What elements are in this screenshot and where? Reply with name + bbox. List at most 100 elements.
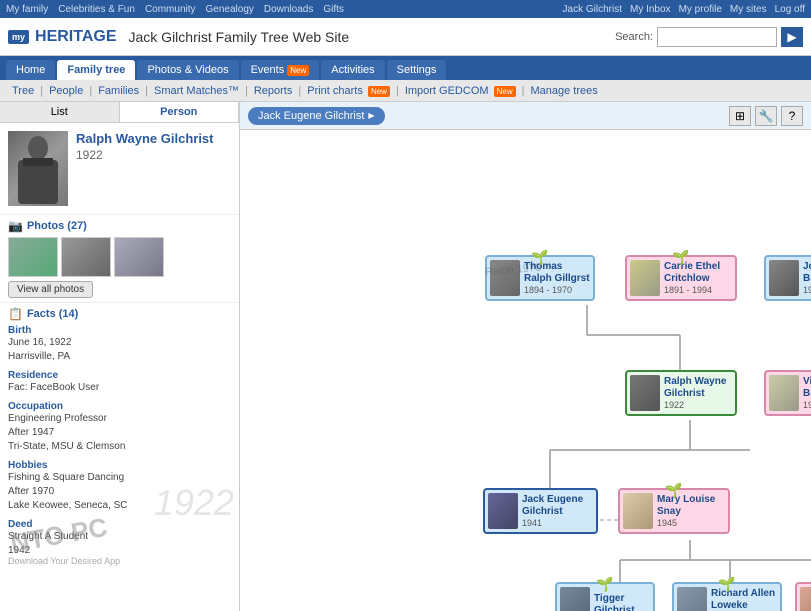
person-silhouette bbox=[13, 134, 63, 204]
card-info-jack: Jack Eugene Gilchrist 1941 bbox=[522, 494, 593, 528]
site-title: Jack Gilchrist Family Tree Web Site bbox=[129, 29, 350, 45]
leaf-richard: 🌱 bbox=[718, 576, 735, 593]
card-photo-jack bbox=[488, 493, 518, 529]
leaf-mary: 🌱 bbox=[665, 482, 682, 499]
left-panel-tabs: List Person bbox=[0, 102, 239, 123]
fact-residence-label[interactable]: Residence bbox=[8, 370, 231, 381]
tree-settings-button[interactable]: 🔧 bbox=[755, 106, 777, 126]
nav-downloads[interactable]: Downloads bbox=[264, 4, 313, 15]
card-richard[interactable]: 🌱 Richard Allen Loweke 1963 bbox=[672, 582, 782, 611]
card-name-jack: Jack Eugene Gilchrist bbox=[522, 494, 593, 518]
card-dates-thomas: 1894 - 1970 bbox=[524, 285, 590, 295]
photo-thumb-1[interactable] bbox=[8, 237, 58, 277]
view-all-photos-button[interactable]: View all photos bbox=[8, 281, 93, 298]
fact-hobbies-label[interactable]: Hobbies bbox=[8, 460, 231, 471]
card-dates-jack: 1941 bbox=[522, 518, 593, 528]
nav-gifts[interactable]: Gifts bbox=[323, 4, 344, 15]
card-name-joseph: Joseph Omar Brock bbox=[803, 261, 811, 285]
photo-thumb-3[interactable] bbox=[114, 237, 164, 277]
tree-help-button[interactable]: ? bbox=[781, 106, 803, 126]
card-photo-thomas bbox=[490, 260, 520, 296]
card-name-virginia: Virginia Jean Brock bbox=[803, 376, 811, 400]
nav-profile[interactable]: My profile bbox=[679, 4, 722, 15]
card-virginia[interactable]: 🌱 Virginia Jean Brock 1924 - 1998 bbox=[764, 370, 811, 416]
card-joseph[interactable]: 🌱 Joseph Omar Brock 1902 - 1989 bbox=[764, 255, 811, 301]
search-input[interactable] bbox=[657, 27, 777, 47]
main-tabs: Home Family tree Photos & Videos Events … bbox=[0, 56, 811, 80]
subnav-people[interactable]: People bbox=[45, 85, 87, 97]
fact-residence-value: Fac: FaceBook User bbox=[8, 381, 231, 395]
person-name: Ralph Wayne Gilchrist bbox=[76, 131, 231, 148]
left-panel: List Person Ralph Wayne Gilchrist 1922 bbox=[0, 102, 240, 611]
nav-genealogy[interactable]: Genealogy bbox=[206, 4, 254, 15]
card-ralph[interactable]: Ralph Wayne Gilchrist 1922 bbox=[625, 370, 737, 416]
photo-thumb-2[interactable] bbox=[61, 237, 111, 277]
import-badge: New bbox=[494, 86, 516, 97]
search-area: Search: ▶ bbox=[615, 27, 803, 47]
tree-grid-button[interactable]: ⊞ bbox=[729, 106, 751, 126]
tab-family-tree[interactable]: Family tree bbox=[57, 60, 135, 80]
content-area: List Person Ralph Wayne Gilchrist 1922 bbox=[0, 102, 811, 611]
tab-person[interactable]: Person bbox=[120, 102, 240, 122]
fact-hobbies: Hobbies Fishing & Square DancingAfter 19… bbox=[8, 460, 231, 513]
card-tigger[interactable]: 🌱 Tigger Gilchrist bbox=[555, 582, 655, 611]
subnav-tree[interactable]: Tree bbox=[8, 85, 38, 97]
card-carrie[interactable]: 🌱 Carrie Ethel Critchlow 1891 - 1994 bbox=[625, 255, 737, 301]
tab-events[interactable]: Events New bbox=[241, 60, 320, 80]
card-sherri[interactable]: 🌱 Sherri Lynn Gilchrist 1966 bbox=[795, 582, 811, 611]
search-button[interactable]: ▶ bbox=[781, 27, 803, 47]
card-dates-mary: 1945 bbox=[657, 518, 725, 528]
card-info-thomas: Thomas Ralph Gillgrst 1894 - 1970 bbox=[524, 261, 590, 295]
events-badge: New bbox=[287, 65, 309, 76]
subnav-manage-trees[interactable]: Manage trees bbox=[526, 85, 601, 97]
logo-text: HERITAGE bbox=[35, 28, 116, 46]
tab-activities[interactable]: Activities bbox=[321, 60, 384, 80]
tree-breadcrumb[interactable]: Jack Eugene Gilchrist bbox=[248, 107, 385, 125]
subnav-print-charts[interactable]: Print charts New bbox=[303, 85, 394, 97]
person-year: 1922 bbox=[76, 148, 231, 162]
subnav-smart-matches[interactable]: Smart Matches™ bbox=[150, 85, 243, 97]
card-name-ralph: Ralph Wayne Gilchrist bbox=[664, 376, 732, 400]
card-photo-richard bbox=[677, 587, 707, 611]
card-dates-joseph: 1902 - 1989 bbox=[803, 285, 811, 295]
tab-home[interactable]: Home bbox=[6, 60, 55, 80]
facts-title: 📋 Facts (14) bbox=[8, 307, 231, 321]
subnav-import-gedcom[interactable]: Import GEDCOM New bbox=[401, 85, 520, 97]
logo-badge: my bbox=[8, 30, 29, 44]
card-photo-tigger bbox=[560, 587, 590, 611]
fact-occupation-label[interactable]: Occupation bbox=[8, 401, 231, 412]
card-info-virginia: Virginia Jean Brock 1924 - 1998 bbox=[803, 376, 811, 410]
nav-logoff[interactable]: Log off bbox=[775, 4, 805, 15]
nav-celebrities[interactable]: Celebrities & Fun bbox=[58, 4, 135, 15]
site-header: my HERITAGE Jack Gilchrist Family Tree W… bbox=[0, 18, 811, 56]
camera-icon: 📷 bbox=[8, 219, 23, 233]
nav-my-family[interactable]: My family bbox=[6, 4, 48, 15]
nav-community[interactable]: Community bbox=[145, 4, 196, 15]
fact-deed-label[interactable]: Deed bbox=[8, 519, 231, 530]
tab-photos-videos[interactable]: Photos & Videos bbox=[137, 60, 238, 80]
top-nav-right: Jack Gilchrist My Inbox My profile My si… bbox=[563, 4, 805, 15]
leaf-carrie: 🌱 bbox=[672, 249, 689, 266]
card-info-joseph: Joseph Omar Brock 1902 - 1989 bbox=[803, 261, 811, 295]
fact-hobbies-value: Fishing & Square DancingAfter 1970Lake K… bbox=[8, 471, 231, 513]
photos-title: 📷 Photos (27) bbox=[8, 219, 231, 233]
fact-deed-value: Straight A Student1942 bbox=[8, 530, 231, 558]
card-thomas[interactable]: 🌱 Thomas Ralph Gillgrst 1894 - 1970 bbox=[485, 255, 595, 301]
person-photo bbox=[8, 131, 68, 206]
card-dates-virginia: 1924 - 1998 bbox=[803, 400, 811, 410]
tab-list[interactable]: List bbox=[0, 102, 120, 122]
card-info-carrie: Carrie Ethel Critchlow 1891 - 1994 bbox=[664, 261, 732, 295]
nav-my-sites[interactable]: My sites bbox=[730, 4, 767, 15]
card-jack[interactable]: Jack Eugene Gilchrist 1941 bbox=[483, 488, 598, 534]
leaf-tigger: 🌱 bbox=[596, 576, 613, 593]
fact-occupation: Occupation Engineering ProfessorAfter 19… bbox=[8, 401, 231, 454]
subnav-families[interactable]: Families bbox=[94, 85, 143, 97]
nav-inbox[interactable]: My Inbox bbox=[630, 4, 671, 15]
subnav-reports[interactable]: Reports bbox=[250, 85, 297, 97]
tab-settings[interactable]: Settings bbox=[387, 60, 447, 80]
card-mary[interactable]: 🌱 Mary Louise Snay 1945 bbox=[618, 488, 730, 534]
facts-section: 📋 Facts (14) Birth June 16, 1922Harrisvi… bbox=[0, 302, 239, 568]
card-info-mary: Mary Louise Snay 1945 bbox=[657, 494, 725, 528]
sub-navigation: Tree | People | Families | Smart Matches… bbox=[0, 80, 811, 102]
fact-birth-label[interactable]: Birth bbox=[8, 325, 231, 336]
